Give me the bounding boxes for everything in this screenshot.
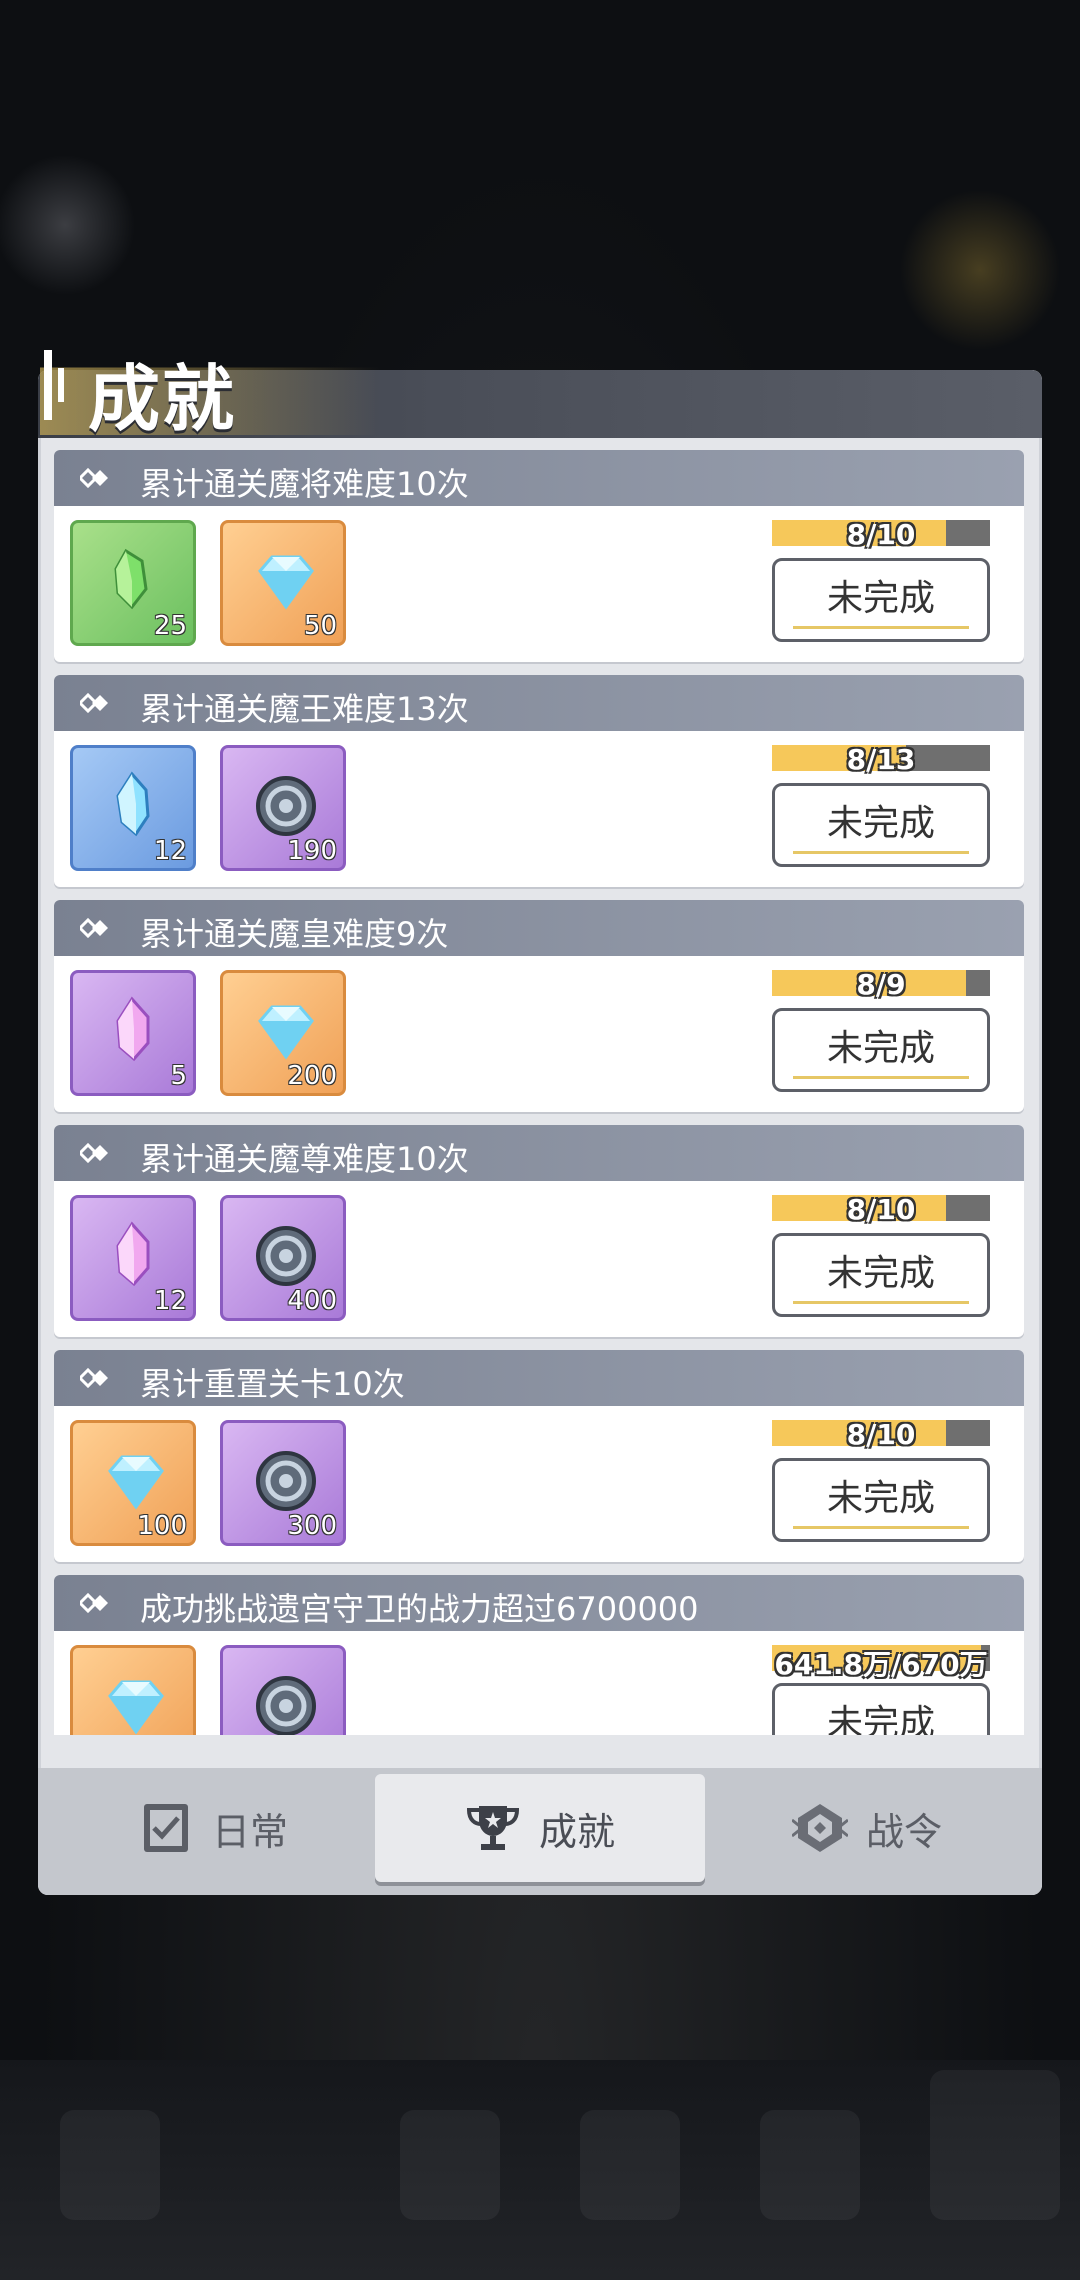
reward-item[interactable]: 12: [70, 745, 196, 871]
progress-text: 8/13: [846, 743, 916, 776]
reward-count: 12: [153, 836, 187, 866]
achievement-header: 累计通关魔尊难度10次: [54, 1125, 1024, 1181]
achievement-title: 累计通关魔尊难度10次: [140, 1140, 469, 1178]
progress-text: 8/10: [846, 518, 916, 551]
trophy-icon: [466, 1806, 519, 1850]
achievement-card: 成功挑战遗宫守卫的战力超过6700000 641.8万/670万 未完成: [54, 1575, 1024, 1735]
achievement-header: 累计通关魔王难度13次: [54, 675, 1024, 731]
achievement-card: 累计通关魔王难度13次 12 190 8/13 未完成: [54, 675, 1024, 887]
incomplete-status-button[interactable]: 未完成: [772, 783, 990, 867]
purple-crystal-icon: [116, 1221, 150, 1287]
achievement-card: 累计通关魔将难度10次 25 50 8/10 未完成: [54, 450, 1024, 662]
incomplete-status-button[interactable]: 未完成: [772, 1458, 990, 1542]
achievement-card: 累计通关魔皇难度9次 5 200 8/9 未完成: [54, 900, 1024, 1112]
incomplete-status-button[interactable]: 未完成: [772, 558, 990, 642]
progress-text: 8/9: [856, 968, 906, 1001]
double-diamond-icon: [80, 1367, 108, 1389]
background-slot: [760, 2110, 860, 2220]
reward-count: 5: [170, 1061, 187, 1091]
reward-item[interactable]: 25: [70, 520, 196, 646]
double-diamond-icon: [80, 692, 108, 714]
tab-battle-pass[interactable]: 战令: [702, 1774, 1032, 1882]
background-hud: [0, 2060, 1080, 2280]
reward-count: 190: [287, 836, 337, 866]
tab-label: 成就: [538, 1809, 615, 1854]
incomplete-status-button[interactable]: 未完成: [772, 1008, 990, 1092]
green-crystal-icon: [114, 548, 148, 610]
background-slot: [580, 2110, 680, 2220]
tab-achievement[interactable]: 成就: [375, 1774, 705, 1882]
progress-bar: 8/10: [772, 1418, 990, 1451]
diamond-icon: [258, 1005, 314, 1060]
achievement-header: 累计重置关卡10次: [54, 1350, 1024, 1406]
achievement-title: 累计重置关卡10次: [140, 1365, 405, 1403]
reward-item[interactable]: [70, 1645, 196, 1735]
achievement-title: 成功挑战遗宫守卫的战力超过6700000: [140, 1590, 699, 1628]
diamond-icon: [108, 1680, 164, 1735]
reward-count: 300: [287, 1511, 337, 1541]
reward-item[interactable]: 400: [220, 1195, 346, 1321]
reward-item[interactable]: 50: [220, 520, 346, 646]
reward-count: 200: [287, 1061, 337, 1091]
progress-text: 641.8万/670万: [774, 1648, 988, 1681]
double-diamond-icon: [80, 917, 108, 939]
reward-count: 25: [153, 611, 187, 641]
progress-text: 8/10: [846, 1193, 916, 1226]
tab-label: 日常: [211, 1809, 288, 1854]
blue-crystal-icon: [116, 771, 150, 837]
progress-bar: 8/13: [772, 743, 990, 776]
achievement-header: 累计通关魔皇难度9次: [54, 900, 1024, 956]
title-mark: [44, 350, 52, 420]
reward-item[interactable]: 300: [220, 1420, 346, 1546]
double-diamond-icon: [80, 1142, 108, 1164]
background-slot: [60, 2110, 160, 2220]
incomplete-status-button[interactable]: 未完成: [772, 1683, 990, 1735]
achievement-header: 成功挑战遗宫守卫的战力超过6700000: [54, 1575, 1024, 1631]
reward-count: 400: [287, 1286, 337, 1316]
purple-crystal-icon: [116, 996, 150, 1062]
progress-text: 8/10: [846, 1418, 916, 1451]
achievement-list[interactable]: 累计通关魔将难度10次 25 50 8/10 未完成 累计通关魔王难度13次 1…: [54, 450, 1026, 1735]
achievement-title: 累计通关魔王难度13次: [140, 690, 469, 728]
achievement-header: 累计通关魔将难度10次: [54, 450, 1024, 506]
tab-label: 战令: [865, 1809, 942, 1854]
reward-item[interactable]: [220, 1645, 346, 1735]
progress-bar: 8/9: [772, 968, 990, 1001]
achievement-card: 累计通关魔尊难度10次 12 400 8/10 未完成: [54, 1125, 1024, 1337]
panel-title: 成就: [88, 357, 237, 441]
reward-item[interactable]: 190: [220, 745, 346, 871]
achievement-card: 累计重置关卡10次 100 300 8/10 未完成: [54, 1350, 1024, 1562]
background-slot: [400, 2110, 500, 2220]
gear-coin-icon: [256, 776, 316, 836]
gear-coin-icon: [256, 1226, 316, 1286]
diamond-icon: [108, 1455, 164, 1510]
gear-coin-icon: [256, 1451, 316, 1511]
reward-count: 50: [303, 611, 337, 641]
checklist-icon: [143, 1804, 188, 1852]
reward-item[interactable]: 5: [70, 970, 196, 1096]
double-diamond-icon: [80, 1592, 108, 1614]
gear-coin-icon: [256, 1676, 316, 1735]
progress-bar: 641.8万/670万: [772, 1645, 990, 1681]
reward-count: 100: [137, 1511, 187, 1541]
achievement-title: 累计通关魔皇难度9次: [140, 915, 449, 953]
background-slot: [930, 2070, 1060, 2220]
reward-item[interactable]: 100: [70, 1420, 196, 1546]
double-diamond-icon: [80, 467, 108, 489]
reward-count: 12: [153, 1286, 187, 1316]
reward-item[interactable]: 200: [220, 970, 346, 1096]
emblem-icon: [791, 1804, 848, 1852]
incomplete-status-button[interactable]: 未完成: [772, 1233, 990, 1317]
reward-item[interactable]: 12: [70, 1195, 196, 1321]
achievement-title: 累计通关魔将难度10次: [140, 465, 469, 503]
tab-daily[interactable]: 日常: [48, 1774, 378, 1882]
title-mark: [58, 368, 64, 402]
progress-bar: 8/10: [772, 518, 990, 551]
diamond-icon: [258, 555, 314, 610]
progress-bar: 8/10: [772, 1193, 990, 1226]
